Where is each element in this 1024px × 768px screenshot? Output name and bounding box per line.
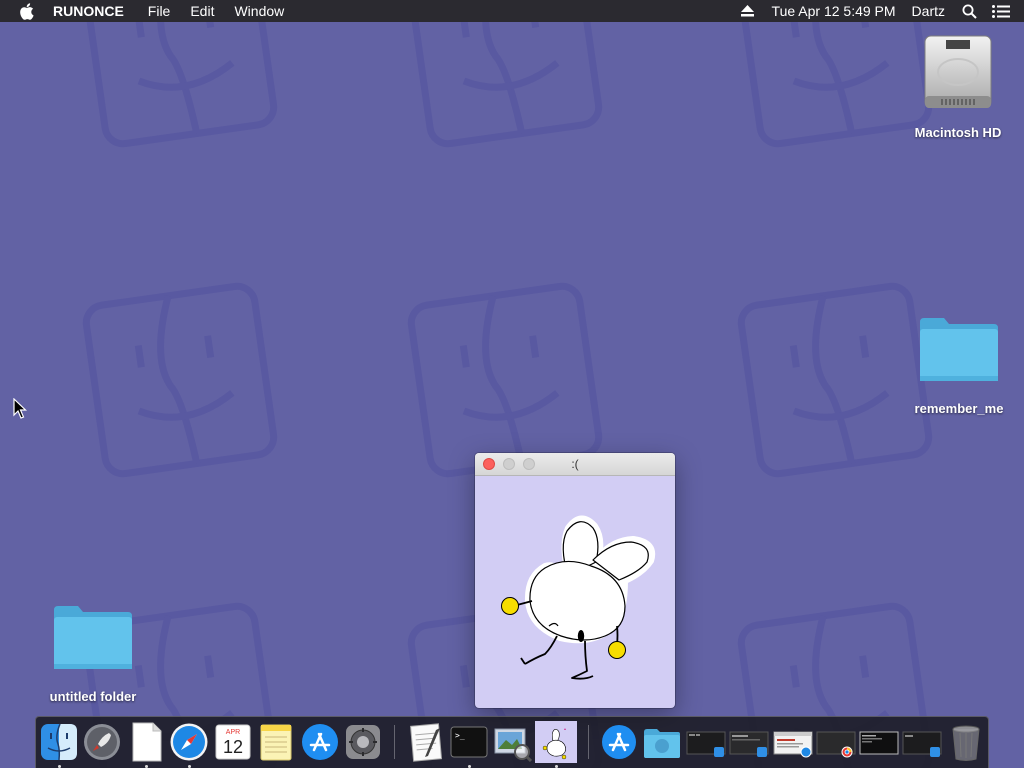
preview-icon[interactable] (492, 722, 533, 763)
runonce-window[interactable]: :( (475, 453, 675, 708)
desktop-icon-label: Macintosh HD (914, 125, 1002, 140)
terminal-icon[interactable]: >_ (449, 722, 489, 768)
svg-text:12: 12 (223, 737, 243, 757)
dock-separator (588, 725, 589, 759)
folder-icon (54, 606, 132, 669)
desktop-icon-remember-me[interactable]: remember_me (915, 316, 1003, 420)
app-store-icon[interactable] (300, 722, 340, 762)
hard-drive-icon (924, 35, 992, 108)
downloads-folder-icon[interactable] (642, 722, 682, 762)
eject-icon[interactable] (739, 2, 757, 20)
apple-menu-icon[interactable] (19, 2, 37, 20)
minimized-window-1[interactable] (686, 722, 726, 762)
minimized-window-6[interactable] (902, 722, 942, 762)
minimized-window-2[interactable] (729, 722, 769, 762)
textedit-document-icon[interactable] (126, 722, 166, 768)
app-menu[interactable]: RUNONCE (53, 0, 138, 22)
minimized-window-4[interactable] (816, 722, 856, 762)
trash-icon[interactable] (946, 722, 986, 762)
menubar-user[interactable]: Dartz (904, 0, 953, 22)
spotlight-search-icon[interactable] (960, 2, 978, 20)
menu-bar: RUNONCE File Edit Window Tue Apr 12 5:49… (0, 0, 1024, 22)
runonce-app-icon[interactable] (535, 721, 577, 768)
menubar-clock[interactable]: Tue Apr 12 5:49 PM (764, 0, 904, 22)
svg-text:APR: APR (226, 729, 240, 736)
folder-icon (920, 318, 998, 381)
desktop-icon-label: untitled folder (49, 689, 137, 704)
system-preferences-icon[interactable] (343, 722, 383, 762)
notification-center-icon[interactable] (992, 2, 1010, 20)
textedit-icon[interactable] (406, 722, 446, 762)
minimized-window-3[interactable] (773, 722, 813, 762)
window-titlebar[interactable]: :( (475, 453, 675, 476)
window-content (475, 476, 675, 708)
notes-icon[interactable] (256, 722, 296, 762)
desktop-icon-untitled-folder[interactable]: untitled folder (49, 604, 137, 708)
app-store-download-icon[interactable] (599, 722, 639, 762)
launchpad-icon[interactable] (82, 722, 122, 762)
edit-menu[interactable]: Edit (180, 0, 224, 22)
mouse-cursor-icon (13, 398, 27, 419)
calendar-icon[interactable]: APR 12 (213, 722, 253, 762)
minimized-window-5[interactable] (859, 722, 899, 762)
dock-separator (394, 725, 395, 759)
safari-icon[interactable] (169, 722, 209, 768)
desktop-icon-label: remember_me (914, 401, 1004, 416)
svg-text:>_: >_ (455, 731, 465, 740)
window-title: :( (571, 457, 579, 471)
file-menu[interactable]: File (138, 0, 181, 22)
dock: APR 12 >_ (35, 716, 989, 768)
finder-icon[interactable] (39, 722, 79, 768)
bunny-illustration (501, 515, 656, 680)
window-menu[interactable]: Window (224, 0, 294, 22)
desktop-icon-macintosh-hd[interactable]: Macintosh HD (915, 32, 1001, 142)
